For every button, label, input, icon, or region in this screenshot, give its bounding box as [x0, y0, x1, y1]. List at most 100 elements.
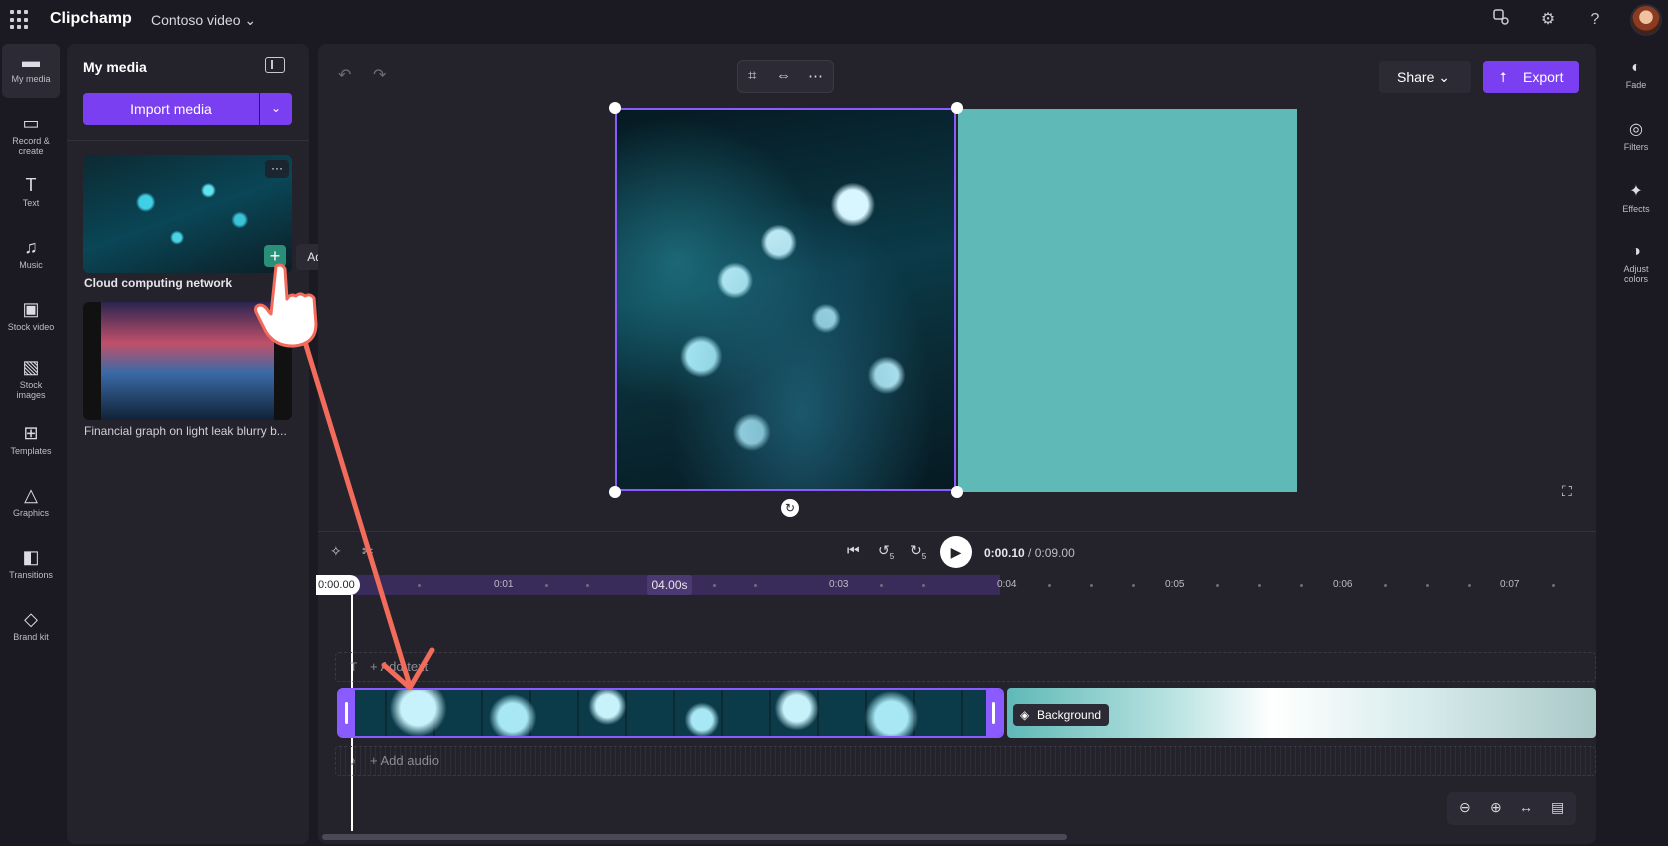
skip-to-start-icon[interactable]: ⏮: [847, 542, 860, 559]
paint-bucket-icon: ◈: [1020, 708, 1030, 722]
brand-kit-icon: ◇: [24, 609, 38, 629]
filters-icon: ◎: [1629, 121, 1643, 138]
nav-fade[interactable]: ◐ Fade: [1608, 54, 1664, 90]
nav-label-line2: images: [16, 390, 46, 400]
help-icon[interactable]: ?: [1583, 8, 1607, 32]
nav-brand-kit[interactable]: ◇ Brand kit: [2, 602, 60, 656]
ruler-dot: [713, 584, 716, 587]
ruler-dot: [1132, 584, 1135, 587]
image-icon: ▧: [22, 357, 40, 377]
upload-icon: ⭡: [1500, 69, 1507, 85]
nav-filters[interactable]: ◎ Filters: [1608, 116, 1664, 152]
import-options-dropdown[interactable]: ⌄: [260, 93, 292, 125]
ruler-dot: [1468, 584, 1471, 587]
resize-handle[interactable]: [609, 486, 621, 498]
more-options-button[interactable]: ···: [265, 160, 289, 178]
chevron-down-icon: ⌄: [244, 12, 257, 28]
forward-5-icon[interactable]: ↻5: [910, 542, 926, 561]
preview-video[interactable]: [615, 108, 956, 491]
hand-cursor-icon: [254, 263, 318, 348]
redo-icon[interactable]: ↷: [373, 65, 386, 85]
right-nav: ◐ Fade ◎ Filters ✦ Effects ◑ Adjust colo…: [1604, 44, 1668, 846]
ruler-dot: [1048, 584, 1051, 587]
magic-icon[interactable]: ✧: [330, 543, 342, 560]
trim-handle-right[interactable]: [986, 690, 1002, 736]
fade-icon: ◐: [1631, 59, 1641, 76]
nav-my-media[interactable]: ▬ My media: [2, 44, 60, 98]
ruler-tick: 0:07: [1500, 579, 1520, 590]
nav-label-line2: colors: [1623, 274, 1648, 284]
top-bar: Clipchamp Contoso video ⌄ ⚙ ?: [0, 0, 1668, 40]
nav-effects[interactable]: ✦ Effects: [1608, 178, 1664, 214]
add-audio-label[interactable]: + Add audio: [370, 753, 439, 768]
collapse-panel-icon[interactable]: [265, 57, 285, 73]
ruler-dot: [754, 584, 757, 587]
nav-stock-images[interactable]: ▧ Stock images: [2, 350, 60, 404]
nav-text[interactable]: T Text: [2, 168, 60, 222]
nav-record-create[interactable]: ▭ Record & create: [2, 106, 60, 160]
ruler-tick: 0:04: [997, 579, 1017, 590]
context-toolbar: ⌗ ⇔ ⋯: [737, 60, 834, 93]
feedback-icon[interactable]: [1489, 8, 1513, 32]
nav-label: Stock video: [7, 322, 55, 332]
share-label: Share: [1397, 69, 1435, 85]
trim-handle-left[interactable]: [339, 690, 355, 736]
media-thumbnail[interactable]: [83, 155, 292, 273]
nav-templates[interactable]: ⊞ Templates: [2, 416, 60, 470]
fullscreen-icon[interactable]: ⛶: [1562, 483, 1572, 500]
nav-label: Transitions: [9, 570, 53, 580]
video-clip[interactable]: [337, 688, 1004, 738]
nav-music[interactable]: ♫ Music: [2, 230, 60, 284]
text-icon: T: [350, 660, 358, 674]
nav-label: Templates: [10, 446, 52, 456]
project-name-dropdown[interactable]: Contoso video ⌄: [151, 12, 256, 29]
resize-handle[interactable]: [609, 102, 621, 114]
zoom-out-icon[interactable]: ⊖: [1459, 799, 1471, 816]
film-icon: ▣: [22, 299, 40, 319]
add-text-label[interactable]: + Add text: [370, 659, 428, 674]
music-icon: ♫: [24, 237, 38, 257]
fit-icon[interactable]: ⇔: [776, 67, 791, 84]
apps-icon[interactable]: [10, 10, 30, 30]
preview-background[interactable]: [958, 109, 1297, 492]
crop-icon[interactable]: ⌗: [748, 67, 756, 84]
fit-to-width-icon[interactable]: ↔: [1519, 799, 1533, 815]
resize-handle[interactable]: [951, 486, 963, 498]
nav-transitions[interactable]: ◧ Transitions: [2, 540, 60, 594]
nav-adjust-colors[interactable]: ◑ Adjust colors: [1608, 238, 1664, 284]
ruler-tick: 0:01: [494, 579, 514, 590]
zoom-toolbar: ⊖ ⊕ ↔ ▤: [1447, 792, 1576, 825]
share-button[interactable]: Share ⌄: [1379, 61, 1471, 93]
play-button[interactable]: ▶: [940, 536, 972, 568]
resize-handle[interactable]: [951, 102, 963, 114]
rewind-5-icon[interactable]: ↺5: [878, 542, 894, 561]
ruler-dot: [1216, 584, 1219, 587]
export-button[interactable]: ⭡ Export: [1483, 61, 1579, 93]
more-icon[interactable]: ⋯: [808, 67, 823, 85]
nav-graphics[interactable]: △ Graphics: [2, 478, 60, 532]
nav-label: Text: [22, 198, 40, 208]
background-clip-label: ◈ Background: [1013, 704, 1110, 726]
rotate-handle-icon[interactable]: ↻: [781, 499, 799, 517]
gear-icon[interactable]: ⚙: [1536, 8, 1560, 32]
chevron-down-icon: ⌄: [1438, 69, 1450, 85]
clip-frames: [355, 690, 986, 736]
app-name[interactable]: Clipchamp: [50, 10, 132, 28]
undo-icon[interactable]: ↶: [338, 65, 351, 85]
nav-label: Record &: [12, 136, 50, 146]
nav-stock-video[interactable]: ▣ Stock video: [2, 292, 60, 346]
ruler-dot: [418, 584, 421, 587]
captions-icon[interactable]: ▤: [1551, 799, 1564, 816]
import-media-button[interactable]: Import media: [83, 93, 259, 125]
horizontal-scrollbar[interactable]: [322, 834, 1067, 840]
left-nav: ▬ My media ▭ Record & create T Text ♫ Mu…: [0, 44, 62, 846]
zoom-in-icon[interactable]: ⊕: [1490, 799, 1502, 816]
text-track[interactable]: [335, 652, 1596, 682]
media-item-name: Financial graph on light leak blurry b..…: [84, 424, 287, 438]
ruler-dot: [545, 584, 548, 587]
avatar[interactable]: [1630, 4, 1662, 36]
templates-icon: ⊞: [23, 423, 39, 443]
audio-track[interactable]: [335, 746, 1596, 776]
nav-label: Graphics: [12, 508, 49, 518]
split-icon[interactable]: ✂: [362, 543, 374, 560]
